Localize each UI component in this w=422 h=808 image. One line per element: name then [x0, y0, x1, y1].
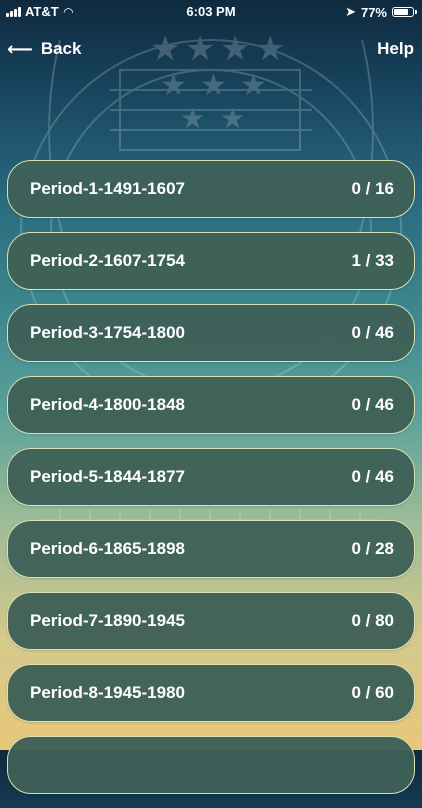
arrow-left-icon: ⟵: [7, 39, 33, 59]
battery-icon: [392, 7, 417, 17]
back-label: Back: [40, 39, 82, 58]
period-list: Period-1-1491-1607 0 / 16 Period-2-1607-…: [7, 160, 415, 808]
back-button[interactable]: ⟵ Back: [7, 39, 81, 59]
period-title: Period-1-1491-1607: [30, 179, 185, 198]
svg-text:★: ★: [240, 69, 267, 102]
svg-text:★: ★: [220, 103, 245, 134]
period-progress: 1 / 33: [351, 251, 394, 270]
status-bar: AT&T ◠ 6:03 PM ➤ 77%: [0, 0, 422, 22]
period-progress: 0 / 46: [351, 395, 394, 414]
period-progress: 0 / 46: [351, 323, 394, 342]
location-arrow-icon: ➤: [345, 4, 356, 19]
period-progress: 0 / 60: [351, 683, 394, 702]
period-row-7[interactable]: Period-7-1890-1945 0 / 80: [7, 592, 415, 650]
battery-percent: 77%: [360, 4, 387, 20]
period-title: Period-3-1754-1800: [30, 323, 185, 342]
period-title: Period-4-1800-1848: [30, 395, 185, 414]
status-right: ➤ 77%: [345, 4, 417, 20]
period-title: Period-6-1865-1898: [30, 539, 185, 558]
period-row-8[interactable]: Period-8-1945-1980 0 / 60: [7, 664, 415, 722]
period-title: Period-2-1607-1754: [30, 251, 185, 270]
period-row-6[interactable]: Period-6-1865-1898 0 / 28: [7, 520, 415, 578]
period-progress: 0 / 80: [351, 611, 394, 630]
period-row-5[interactable]: Period-5-1844-1877 0 / 46: [7, 448, 415, 506]
period-row-1[interactable]: Period-1-1491-1607 0 / 16: [7, 160, 415, 218]
help-button[interactable]: Help: [377, 39, 414, 59]
period-progress: 0 / 28: [351, 539, 394, 558]
period-title: Period-8-1945-1980: [30, 683, 185, 702]
svg-text:★: ★: [160, 69, 187, 102]
period-row-4[interactable]: Period-4-1800-1848 0 / 46: [7, 376, 415, 434]
period-progress: 0 / 16: [351, 179, 394, 198]
period-row-2[interactable]: Period-2-1607-1754 1 / 33: [7, 232, 415, 290]
period-title: Period-7-1890-1945: [30, 611, 185, 630]
period-title: Period-5-1844-1877: [30, 467, 185, 486]
navigation-bar: ⟵ Back Help: [0, 34, 422, 64]
svg-text:★: ★: [200, 69, 227, 102]
period-progress: 0 / 46: [351, 467, 394, 486]
svg-text:★: ★: [180, 103, 205, 134]
period-row-3[interactable]: Period-3-1754-1800 0 / 46: [7, 304, 415, 362]
period-row-9[interactable]: [7, 736, 415, 794]
